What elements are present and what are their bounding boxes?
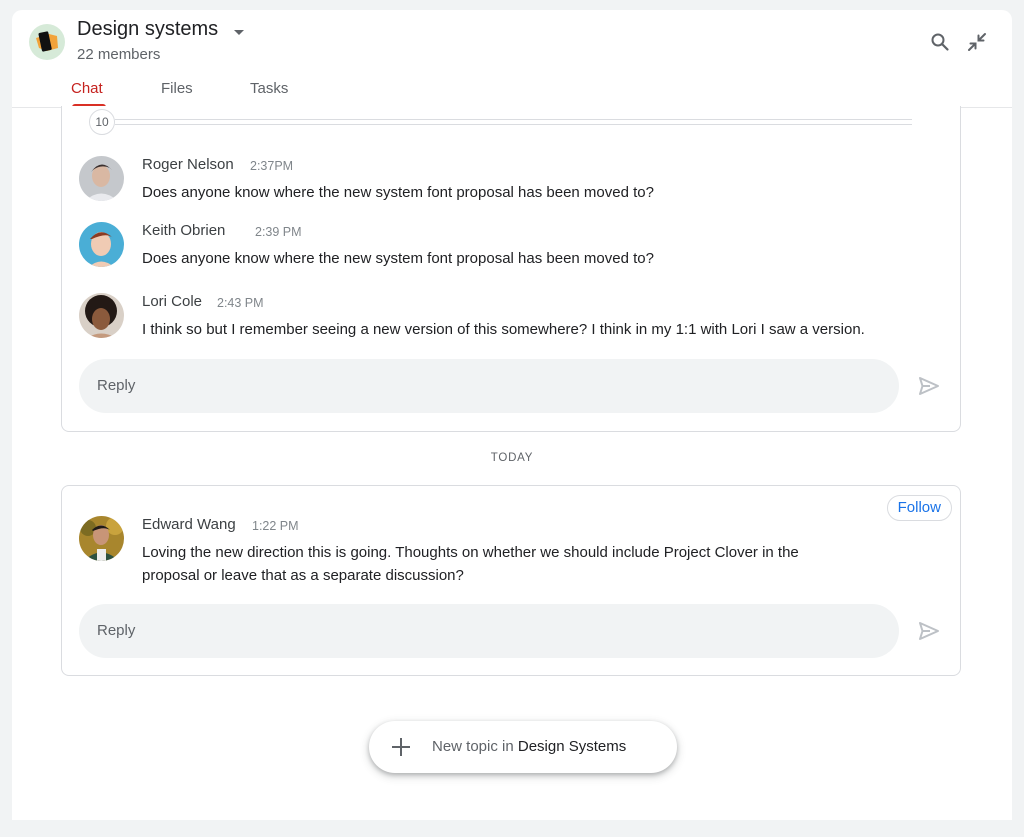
avatar[interactable] [79,156,124,201]
message-text: I think so but I remember seeing a new v… [142,321,865,338]
avatar[interactable] [79,516,124,561]
follow-button[interactable]: Follow [886,495,952,521]
message-author: Roger Nelson [142,156,234,173]
new-topic-prefix: New topic in [432,738,518,755]
tab-chat[interactable]: Chat [71,80,103,97]
space-title[interactable]: Design systems [77,18,218,41]
plus-icon [392,738,410,756]
message-text: Does anyone know where the new system fo… [142,250,654,267]
phone-hand-icon [36,31,58,52]
message-text-line: Loving the new direction this is going. … [142,544,799,561]
thread-card: 10 Roger Nelson 2:37PM Does anyone know … [61,106,961,432]
space-avatar [29,24,65,60]
tab-tasks[interactable]: Tasks [250,80,288,97]
avatar[interactable] [79,222,124,267]
tab-files[interactable]: Files [161,80,193,97]
message-time: 2:43 PM [217,296,264,310]
collapse-icon[interactable] [965,30,989,54]
date-divider: TODAY [490,452,534,464]
collapsed-divider-line[interactable] [115,124,912,125]
thread-card: Follow Edward Wang 1:22 PM Loving the ne… [61,485,961,676]
message-text-line: proposal or leave that as a separate dis… [142,567,464,584]
reply-input[interactable]: Reply [79,604,899,658]
message-time: 1:22 PM [252,519,299,533]
send-icon[interactable] [917,374,941,398]
new-topic-button[interactable]: New topic in Design Systems [369,721,677,773]
collapsed-divider-line[interactable] [115,119,912,120]
avatar[interactable] [79,293,124,338]
message-author: Lori Cole [142,293,203,310]
space-name: Design Systems [517,738,627,755]
chevron-down-icon[interactable] [234,30,244,35]
message-author: Edward Wang [142,516,236,533]
member-count[interactable]: 22 members [77,46,160,63]
message-text: Does anyone know where the new system fo… [142,184,654,201]
message-time: 2:39 PM [255,225,302,239]
send-icon[interactable] [917,619,941,643]
reply-input[interactable]: Reply [79,359,899,413]
chat-panel: Design systems 22 members Chat Files Tas… [12,10,1012,820]
new-topic-label: New topic in Design Systems [432,738,626,755]
message-time: 2:37PM [250,159,294,173]
search-icon[interactable] [928,30,952,54]
message-author: Keith Obrien [142,222,226,239]
collapsed-messages-count[interactable]: 10 [89,109,115,135]
space-header: Design systems 22 members Chat Files Tas… [12,10,1012,108]
